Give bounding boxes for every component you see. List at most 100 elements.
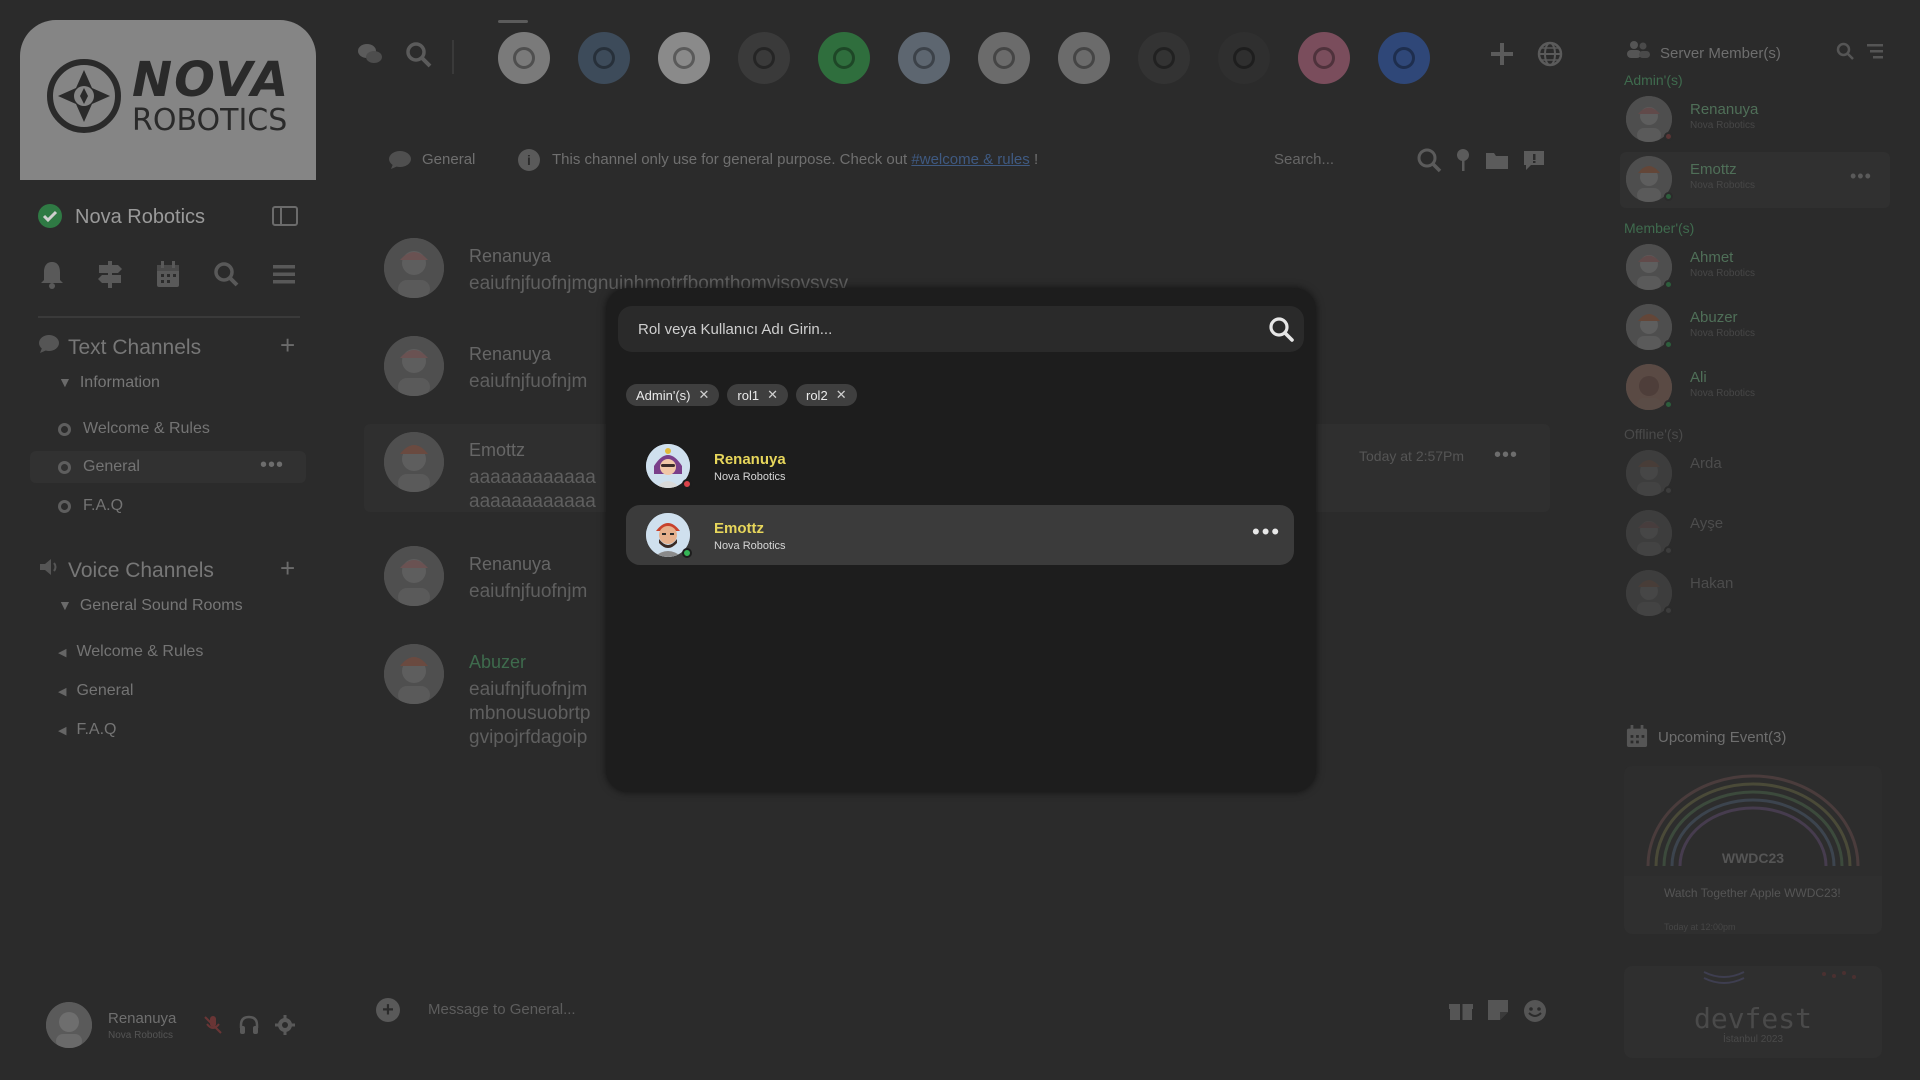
- search-icon[interactable]: [212, 258, 240, 290]
- gear-icon[interactable]: [274, 1014, 296, 1036]
- close-icon[interactable]: ✕: [836, 387, 847, 403]
- event-card[interactable]: devfest İstanbul 2023: [1624, 966, 1882, 1058]
- avatar[interactable]: [384, 336, 444, 396]
- gift-icon[interactable]: [1448, 998, 1474, 1022]
- add-attachment-button[interactable]: +: [376, 998, 400, 1022]
- chip-rol1[interactable]: rol1 ✕: [727, 384, 788, 406]
- member-item[interactable]: Abuzer Nova Robotics: [1624, 300, 1894, 356]
- search-icon[interactable]: [1268, 316, 1294, 342]
- member-item[interactable]: Emottz Nova Robotics •••: [1624, 152, 1894, 208]
- google-icon[interactable]: [978, 32, 1030, 84]
- chats-icon[interactable]: [356, 40, 384, 68]
- avatar[interactable]: [384, 238, 444, 298]
- event-image: [1703, 971, 1856, 984]
- user-server: Nova Robotics: [108, 1030, 174, 1041]
- folder-icon[interactable]: [1484, 147, 1510, 173]
- category-information[interactable]: ▼ Information: [58, 374, 160, 392]
- globe-icon[interactable]: [1536, 40, 1564, 68]
- member-more-button[interactable]: •••: [1850, 166, 1872, 187]
- samsung-icon[interactable]: [1378, 32, 1430, 84]
- message-author[interactable]: Emottz: [469, 440, 525, 461]
- mic-muted-icon[interactable]: [202, 1014, 224, 1036]
- voice-channel-general[interactable]: ◀ General: [58, 682, 133, 700]
- league-icon[interactable]: [578, 32, 630, 84]
- chip-label: rol2: [806, 387, 828, 403]
- event-card[interactable]: WWDC23 Watch Together Apple WWDC23! Toda…: [1624, 766, 1882, 934]
- emoji-icon[interactable]: [1522, 998, 1548, 1024]
- search-icon[interactable]: [1836, 42, 1854, 60]
- voice-channel-welcome-rules[interactable]: ◀ Welcome & Rules: [58, 643, 203, 661]
- avatar[interactable]: [384, 546, 444, 606]
- avatar[interactable]: [384, 644, 444, 704]
- message-author[interactable]: Renanuya: [469, 554, 551, 575]
- more-options-button[interactable]: •••: [1252, 521, 1281, 543]
- member-item[interactable]: Renanuya Nova Robotics: [1624, 92, 1894, 148]
- menu-icon[interactable]: [270, 258, 298, 290]
- headphones-icon[interactable]: [238, 1014, 260, 1036]
- add-voice-channel-button[interactable]: +: [280, 555, 295, 581]
- info-icon: i: [518, 149, 540, 171]
- voice-channels-header[interactable]: Voice Channels: [38, 557, 214, 583]
- member-item[interactable]: Ali Nova Robotics: [1624, 360, 1894, 416]
- app-home-icon[interactable]: [498, 32, 550, 84]
- voice-channel-faq[interactable]: ◀ F.A.Q: [58, 721, 116, 739]
- sticker-icon[interactable]: [1486, 998, 1510, 1022]
- status-dot: [682, 548, 692, 558]
- message-alert-icon[interactable]: [1522, 147, 1546, 173]
- avatar[interactable]: [384, 432, 444, 492]
- channel-welcome-rules[interactable]: Welcome & Rules: [58, 420, 210, 438]
- voice-channels-title: Voice Channels: [68, 559, 214, 582]
- dribbble-icon[interactable]: [1298, 32, 1350, 84]
- result-server: Nova Robotics: [714, 540, 786, 552]
- role-user-search-input[interactable]: [638, 306, 1238, 352]
- status-dot: [1664, 400, 1673, 409]
- bell-icon[interactable]: [38, 258, 66, 290]
- pin-icon[interactable]: [1454, 147, 1472, 173]
- avatar[interactable]: [46, 1002, 92, 1048]
- meta-icon[interactable]: [898, 32, 950, 84]
- lacoste-icon[interactable]: [1058, 32, 1110, 84]
- message-timestamp: Today at 2:57Pm: [1359, 448, 1465, 464]
- netflix-icon[interactable]: [1218, 32, 1270, 84]
- filter-chips: Admin'(s) ✕ rol1 ✕ rol2 ✕: [626, 384, 857, 406]
- text-channels-header[interactable]: Text Channels: [38, 334, 201, 360]
- channel-more-button[interactable]: •••: [260, 454, 284, 477]
- close-icon[interactable]: ✕: [699, 387, 710, 403]
- message-more-button[interactable]: •••: [1494, 444, 1518, 467]
- search-icon[interactable]: [1416, 147, 1442, 173]
- status-dot: [1664, 280, 1673, 289]
- signpost-icon[interactable]: [96, 258, 124, 290]
- search-icon[interactable]: [404, 40, 432, 68]
- add-icon[interactable]: [1488, 40, 1516, 68]
- event-time: Today at 12:00pm: [1664, 922, 1736, 932]
- mask-icon[interactable]: [1138, 32, 1190, 84]
- channel-general[interactable]: General: [58, 458, 140, 476]
- member-item[interactable]: Hakan: [1624, 566, 1894, 622]
- apple-icon[interactable]: [738, 32, 790, 84]
- member-item[interactable]: Ayşe: [1624, 506, 1894, 562]
- add-text-channel-button[interactable]: +: [280, 332, 295, 358]
- channel-search-input[interactable]: Search...: [1274, 151, 1334, 168]
- message-author[interactable]: Renanuya: [469, 344, 551, 365]
- server-logo[interactable]: NOVA ROBOTICS: [20, 20, 316, 180]
- member-item[interactable]: Ahmet Nova Robotics: [1624, 240, 1894, 296]
- category-general-sound-rooms[interactable]: ▼ General Sound Rooms: [58, 597, 243, 615]
- filter-icon[interactable]: [1866, 42, 1884, 60]
- close-icon[interactable]: ✕: [767, 387, 778, 403]
- app-glyph: [1313, 47, 1335, 69]
- message-input[interactable]: Message to General...: [428, 1001, 576, 1018]
- message-author[interactable]: Abuzer: [469, 652, 526, 673]
- toggle-sidebar-icon[interactable]: [272, 206, 298, 226]
- message-author[interactable]: Renanuya: [469, 246, 551, 267]
- result-item-selected[interactable]: Emottz Nova Robotics •••: [626, 505, 1294, 565]
- channel-faq[interactable]: F.A.Q: [58, 497, 123, 515]
- result-item[interactable]: Renanuya Nova Robotics: [626, 436, 1294, 496]
- chip-rol2[interactable]: rol2 ✕: [796, 384, 857, 406]
- events-header: Upcoming Event(3): [1626, 724, 1786, 752]
- calendar-icon[interactable]: [154, 258, 182, 290]
- welcome-rules-link[interactable]: #welcome & rules: [911, 151, 1029, 168]
- member-item[interactable]: Arda: [1624, 446, 1894, 502]
- chip-admins[interactable]: Admin'(s) ✕: [626, 384, 720, 406]
- openai-icon[interactable]: [658, 32, 710, 84]
- spotify-icon[interactable]: [818, 32, 870, 84]
